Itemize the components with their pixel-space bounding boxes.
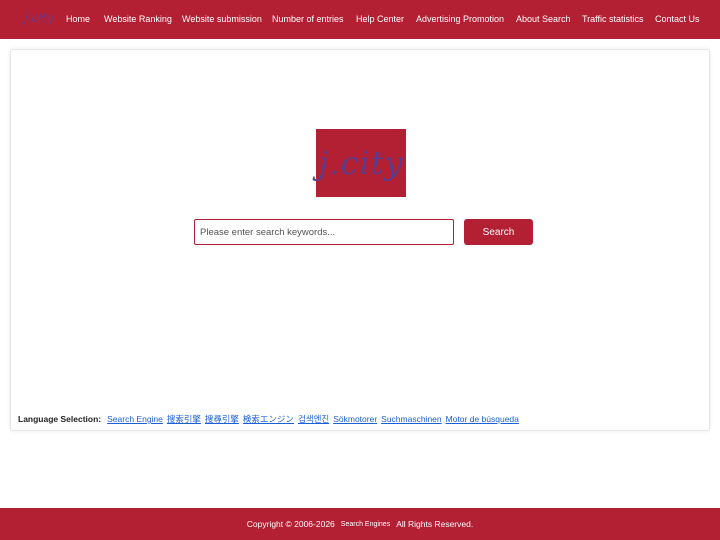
nav-contact-us[interactable]: Contact Us — [655, 14, 700, 24]
language-selection-label: Language Selection: — [18, 414, 102, 424]
footer-copyright: Copyright © 2006-2026 — [246, 519, 335, 529]
search-button[interactable]: Search — [464, 219, 533, 245]
lang-link-german[interactable]: Suchmaschinen — [381, 414, 441, 424]
lang-link-swedish[interactable]: Sökmotorer — [333, 414, 377, 424]
lang-link-traditional-chinese[interactable]: 搜尋引擎 — [205, 413, 239, 425]
top-navigation-bar: j.city Home Website Ranking Website subm… — [0, 0, 720, 39]
nav-number-of-entries[interactable]: Number of entries — [272, 14, 344, 24]
lang-link-english[interactable]: Search Engine — [107, 414, 163, 424]
lang-link-japanese[interactable]: 検索エンジン — [243, 413, 294, 425]
nav-advertising-promotion[interactable]: Advertising Promotion — [416, 14, 504, 24]
footer: Copyright © 2006-2026 Search Engines All… — [0, 508, 720, 540]
language-selection: Language Selection: Search Engine 搜索引擎 搜… — [18, 413, 523, 425]
lang-link-spanish[interactable]: Motor de búsqueda — [446, 414, 519, 424]
nav-traffic-statistics[interactable]: Traffic statistics — [582, 14, 644, 24]
nav-about-search[interactable]: About Search — [516, 14, 571, 24]
lang-link-simplified-chinese[interactable]: 搜索引擎 — [167, 413, 201, 425]
main-logo-text: j.city — [318, 144, 404, 182]
footer-rights: All Rights Reserved. — [396, 519, 474, 529]
footer-brand-link[interactable]: Search Engines — [341, 521, 390, 528]
nav-help-center[interactable]: Help Center — [356, 14, 404, 24]
search-panel: j.city Search Language Selection: Search… — [10, 49, 710, 431]
header-logo[interactable]: j.city — [24, 11, 54, 25]
search-input[interactable] — [194, 219, 454, 245]
lang-link-korean[interactable]: 검색엔진 — [298, 413, 329, 425]
main-logo: j.city — [316, 129, 406, 197]
nav-website-ranking[interactable]: Website Ranking — [104, 14, 172, 24]
nav-website-submission[interactable]: Website submission — [182, 14, 262, 24]
nav-home[interactable]: Home — [66, 14, 90, 24]
